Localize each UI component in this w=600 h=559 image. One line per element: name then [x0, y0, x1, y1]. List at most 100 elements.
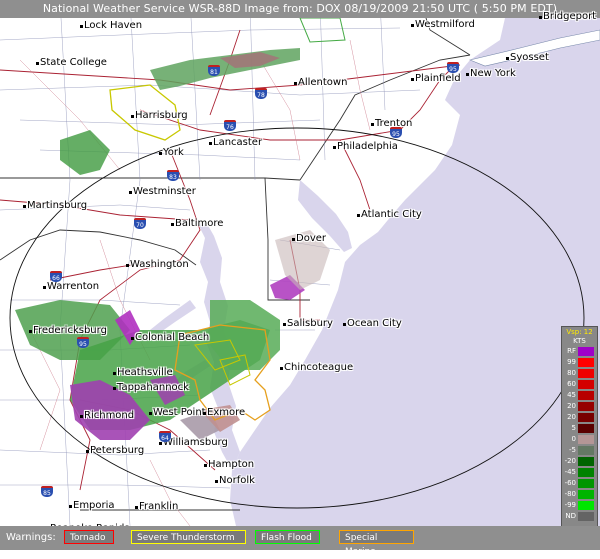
city-dot: [203, 412, 206, 415]
city-dot: [29, 330, 32, 333]
city-label: Baltimore: [175, 218, 224, 229]
warnings-label: Warnings:: [6, 532, 56, 543]
city-label: New York: [470, 68, 516, 79]
legend-swatch: [578, 457, 594, 466]
city-label: Harrisburg: [135, 110, 188, 121]
legend-row: 45: [562, 390, 597, 401]
city-dot: [215, 480, 218, 483]
city-dot: [113, 372, 116, 375]
city-dot: [411, 24, 414, 27]
legend-row: -60: [562, 478, 597, 489]
city-label: Norfolk: [219, 475, 255, 486]
city-label: Petersburg: [90, 445, 145, 456]
city-label: Salisbury: [287, 318, 333, 329]
city-dot: [371, 123, 374, 126]
legend-row-label: -45: [564, 468, 576, 476]
city-dot: [466, 73, 469, 76]
legend-row: RF: [562, 346, 597, 357]
interstate-shield: 95: [390, 127, 402, 138]
city-label: Westminster: [133, 186, 196, 197]
interstate-shield: 95: [447, 62, 459, 73]
legend-row-label: -80: [564, 490, 576, 498]
city-dot: [333, 146, 336, 149]
legend-row: 99: [562, 357, 597, 368]
legend-swatch: [578, 380, 594, 389]
legend-row: -20: [562, 456, 597, 467]
city-dot: [149, 412, 152, 415]
legend-row-label: 99: [567, 358, 576, 366]
legend-swatch: [578, 391, 594, 400]
legend-row: 20: [562, 401, 597, 412]
city-dot: [209, 142, 212, 145]
city-dot: [131, 115, 134, 118]
interstate-shield: 66: [50, 271, 62, 282]
city-dot: [411, 78, 414, 81]
interstate-shield: 81: [208, 65, 220, 76]
legend-row-label: 20: [567, 413, 576, 421]
legend-swatch: [578, 402, 594, 411]
city-dot: [171, 223, 174, 226]
city-label: Emporia: [73, 500, 115, 511]
city-label: Allentown: [298, 77, 348, 88]
city-dot: [43, 286, 46, 289]
city-label: Chincoteague: [284, 362, 354, 373]
legend-row: -99: [562, 500, 597, 511]
legend-swatch: [578, 424, 594, 433]
city-dot: [159, 152, 162, 155]
city-dot: [506, 57, 509, 60]
legend-row-label: 20: [567, 402, 576, 410]
city-dot: [294, 82, 297, 85]
city-label: Washington: [130, 259, 189, 270]
legend-title: Vsp: 12: [566, 328, 593, 336]
city-label: Colonial Beach: [135, 332, 210, 343]
interstate-shield: 70: [134, 218, 146, 229]
city-dot: [292, 238, 295, 241]
city-dot: [129, 191, 132, 194]
city-dot: [131, 337, 134, 340]
city-label: York: [163, 147, 184, 158]
legend-swatch: [578, 479, 594, 488]
legend-swatch: [578, 347, 594, 356]
city-dot: [280, 367, 283, 370]
city-dot: [283, 323, 286, 326]
warnings-footer: Warnings: Tornado Severe Thunderstorm Flas…: [0, 526, 600, 557]
city-dot: [69, 505, 72, 508]
legend-row: -45: [562, 467, 597, 478]
legend-row-label: -20: [564, 457, 576, 465]
city-label: Syosset: [510, 52, 549, 63]
warning-type-box: Flash Flood: [255, 530, 320, 544]
city-dot: [343, 323, 346, 326]
legend-swatch: [578, 446, 594, 455]
city-dot: [80, 25, 83, 28]
city-label: Richmond: [84, 410, 135, 421]
city-dot: [36, 62, 39, 65]
city-label: Martinsburg: [27, 200, 88, 211]
legend-row-label: 0: [571, 435, 576, 443]
city-dot: [539, 16, 542, 19]
header-title: National Weather Service WSR-88D Image f…: [0, 0, 600, 18]
legend-row: 80: [562, 368, 597, 379]
city-dot: [357, 214, 360, 217]
legend-row-label: 60: [567, 380, 576, 388]
interstate-shield: 83: [167, 170, 179, 181]
city-label: Franklin: [139, 501, 179, 512]
city-label: West Point: [153, 407, 206, 418]
city-label: Bridgeport: [543, 11, 597, 22]
legend-swatch: [578, 369, 594, 378]
city-label: Dover: [296, 233, 326, 244]
interstate-shield: 64: [159, 431, 171, 442]
legend-row-label: 5: [571, 424, 576, 432]
city-label: Tappahannock: [117, 382, 189, 393]
legend-row: 5: [562, 423, 597, 434]
legend-row-label: RF: [567, 347, 576, 355]
city-label: Exmore: [207, 407, 246, 418]
city-label: Ocean City: [347, 318, 402, 329]
city-label: State College: [40, 57, 107, 68]
city-label: Philadelphia: [337, 141, 398, 152]
legend-row: ND: [562, 511, 597, 522]
interstate-shield: 85: [41, 486, 53, 497]
warning-type-box: Special Marine: [339, 530, 414, 557]
warning-type-box: Tornado: [64, 530, 114, 544]
legend-row: -80: [562, 489, 597, 500]
city-label: Williamsburg: [163, 437, 228, 448]
